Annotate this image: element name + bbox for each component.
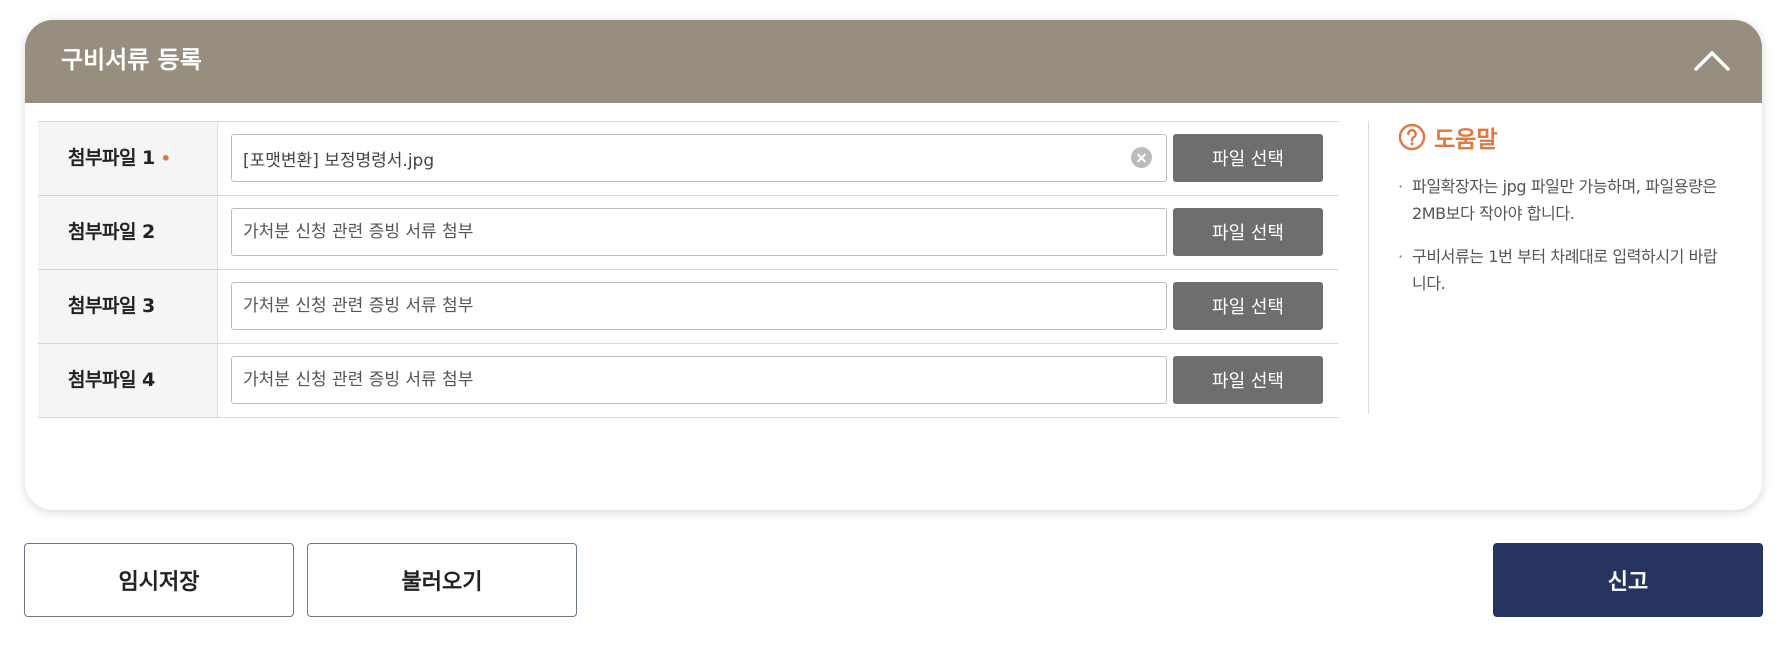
help-list: 파일확장자는 jpg 파일만 가능하며, 파일용량은 2MB보다 작아야 합니다… xyxy=(1398,173,1718,297)
file-select-button[interactable]: 파일 선택 xyxy=(1173,208,1323,256)
attachment-row-2: 첨부파일 2 파일 선택 xyxy=(38,196,1338,270)
temp-save-button[interactable]: 임시저장 xyxy=(24,543,294,617)
submit-button[interactable]: 신고 xyxy=(1493,543,1763,617)
help-item: 구비서류는 1번 부터 차례대로 입력하시기 바랍니다. xyxy=(1398,243,1718,297)
question-circle-icon xyxy=(1398,123,1426,151)
chevron-up-icon xyxy=(1694,51,1730,71)
file-select-button[interactable]: 파일 선택 xyxy=(1173,356,1323,404)
attachment-input-4[interactable] xyxy=(231,356,1167,404)
required-marker: • xyxy=(160,149,171,168)
attachment-table: 첨부파일 1• 파일 선택 첨부파일 2 파일 선택 첨부파일 3 파일 선택 … xyxy=(38,121,1338,418)
attachment-row-1: 첨부파일 1• 파일 선택 xyxy=(38,122,1338,196)
attachment-input-3[interactable] xyxy=(231,282,1167,330)
help-title-text: 도움말 xyxy=(1434,127,1498,153)
attachment-row-4: 첨부파일 4 파일 선택 xyxy=(38,344,1338,418)
attachment-label: 첨부파일 4 xyxy=(38,344,218,417)
load-button[interactable]: 불러오기 xyxy=(307,543,577,617)
attachment-label: 첨부파일 3 xyxy=(38,270,218,343)
help-box: 도움말 파일확장자는 jpg 파일만 가능하며, 파일용량은 2MB보다 작아야… xyxy=(1398,119,1718,313)
clear-icon[interactable] xyxy=(1131,147,1152,168)
section-divider xyxy=(1368,121,1369,414)
file-select-button[interactable]: 파일 선택 xyxy=(1173,134,1323,182)
attachment-row-3: 첨부파일 3 파일 선택 xyxy=(38,270,1338,344)
file-select-button[interactable]: 파일 선택 xyxy=(1173,282,1323,330)
help-item: 파일확장자는 jpg 파일만 가능하며, 파일용량은 2MB보다 작아야 합니다… xyxy=(1398,173,1718,227)
attachment-label: 첨부파일 1 • xyxy=(38,122,218,195)
attachment-input-2[interactable] xyxy=(231,208,1167,256)
panel-header: 구비서류 등록 xyxy=(25,20,1762,103)
panel-title: 구비서류 등록 xyxy=(61,46,202,74)
attachment-input-1[interactable] xyxy=(231,134,1167,182)
help-title: 도움말 xyxy=(1398,119,1718,155)
attachment-label: 첨부파일 2 xyxy=(38,196,218,269)
collapse-button[interactable] xyxy=(1690,42,1734,78)
